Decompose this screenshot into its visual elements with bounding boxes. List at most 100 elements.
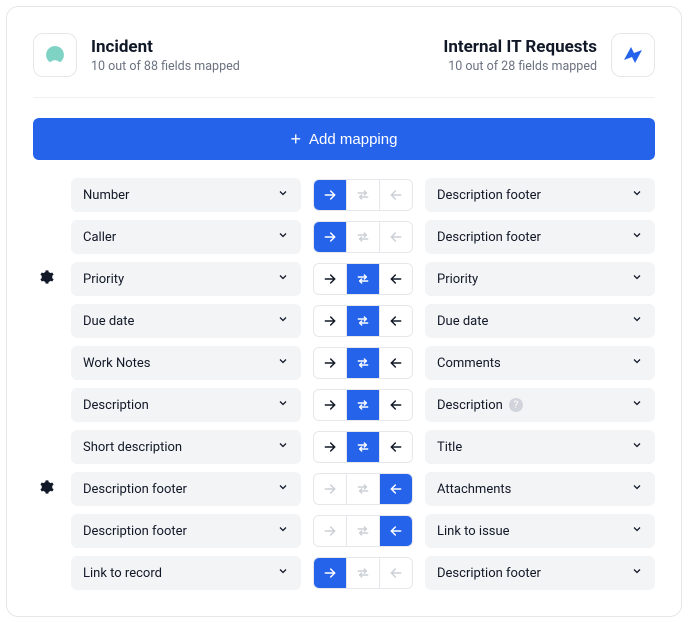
left-field-select[interactable]: Number [71,178,301,212]
chevron-down-icon [631,565,643,581]
chevron-down-icon [631,397,643,413]
right-field-select[interactable]: Priority [425,262,655,296]
right-field-select[interactable]: Description footer [425,220,655,254]
direction-left-button[interactable] [379,222,412,252]
direction-both-button[interactable] [346,432,379,462]
chevron-down-icon [277,271,289,287]
mapping-row: Caller Description footer [33,220,655,254]
left-field-select[interactable]: Due date [71,304,301,338]
right-field-label: Priority [437,272,478,287]
direction-group [313,389,413,421]
direction-both-button[interactable] [346,264,379,294]
plus-icon: + [291,130,302,148]
direction-right-button[interactable] [314,222,346,252]
direction-group [313,305,413,337]
left-field-select[interactable]: Description [71,388,301,422]
direction-left-button[interactable] [379,558,412,588]
direction-both-button[interactable] [346,390,379,420]
direction-both-button[interactable] [346,222,379,252]
mapping-row: Work Notes Comments [33,346,655,380]
direction-right-button[interactable] [314,390,346,420]
left-field-select[interactable]: Description footer [71,514,301,548]
direction-both-button[interactable] [346,180,379,210]
mapping-row: Short description Title [33,430,655,464]
right-field-select[interactable]: Attachments [425,472,655,506]
chevron-down-icon [631,355,643,371]
direction-right-button[interactable] [314,180,346,210]
right-field-select[interactable]: Link to issue [425,514,655,548]
left-field-select[interactable]: Work Notes [71,346,301,380]
mapping-card: Incident 10 out of 88 fields mapped Inte… [6,6,682,617]
direction-both-button[interactable] [346,306,379,336]
gear-icon[interactable] [38,479,54,499]
direction-right-button[interactable] [314,348,346,378]
right-field-label: Comments [437,356,501,371]
mapping-rows: Number Description footer Caller Descriptio… [33,178,655,590]
direction-left-button[interactable] [379,390,412,420]
left-field-select[interactable]: Caller [71,220,301,254]
right-field-label: Description footer [437,188,541,203]
left-field-label: Description footer [83,482,187,497]
direction-group [313,557,413,589]
right-field-select[interactable]: Description footer [425,178,655,212]
chevron-down-icon [631,229,643,245]
left-field-select[interactable]: Short description [71,430,301,464]
devops-icon [611,33,655,77]
left-field-select[interactable]: Description footer [71,472,301,506]
right-field-label: Description footer [437,230,541,245]
direction-left-button[interactable] [379,264,412,294]
add-mapping-button[interactable]: + Add mapping [33,118,655,160]
direction-left-button[interactable] [379,180,412,210]
direction-both-button[interactable] [346,516,379,546]
chevron-down-icon [277,313,289,329]
left-field-label: Caller [83,230,116,245]
mapping-row: Description footer Link to issue [33,514,655,548]
right-field-label: Due date [437,314,488,329]
direction-group [313,263,413,295]
direction-right-button[interactable] [314,264,346,294]
right-field-select[interactable]: Description? [425,388,655,422]
left-field-label: Work Notes [83,356,151,371]
settings-slot[interactable] [33,479,59,499]
direction-both-button[interactable] [346,558,379,588]
direction-group [313,473,413,505]
right-field-label: Attachments [437,482,511,497]
right-field-label: Title [437,440,462,455]
left-field-label: Description footer [83,524,187,539]
direction-left-button[interactable] [379,348,412,378]
chevron-down-icon [277,397,289,413]
left-field-label: Number [83,188,129,203]
chevron-down-icon [631,481,643,497]
chevron-down-icon [277,481,289,497]
right-field-select[interactable]: Title [425,430,655,464]
info-icon: ? [509,398,523,412]
direction-group [313,347,413,379]
right-field-select[interactable]: Comments [425,346,655,380]
direction-right-button[interactable] [314,306,346,336]
direction-right-button[interactable] [314,516,346,546]
right-field-select[interactable]: Due date [425,304,655,338]
direction-left-button[interactable] [379,474,412,504]
left-field-label: Due date [83,314,134,329]
direction-both-button[interactable] [346,474,379,504]
left-title: Incident [91,37,240,57]
direction-left-button[interactable] [379,516,412,546]
right-title: Internal IT Requests [443,37,597,57]
direction-left-button[interactable] [379,306,412,336]
left-subtitle: 10 out of 88 fields mapped [91,59,240,74]
direction-right-button[interactable] [314,474,346,504]
gear-icon[interactable] [38,269,54,289]
direction-group [313,179,413,211]
mapping-row: Priority Priority [33,262,655,296]
settings-slot[interactable] [33,269,59,289]
direction-right-button[interactable] [314,432,346,462]
direction-right-button[interactable] [314,558,346,588]
mapping-row: Description footer Attachments [33,472,655,506]
right-field-label: Description footer [437,566,541,581]
direction-group [313,515,413,547]
chevron-down-icon [277,355,289,371]
left-field-select[interactable]: Priority [71,262,301,296]
chevron-down-icon [631,439,643,455]
direction-left-button[interactable] [379,432,412,462]
direction-both-button[interactable] [346,348,379,378]
